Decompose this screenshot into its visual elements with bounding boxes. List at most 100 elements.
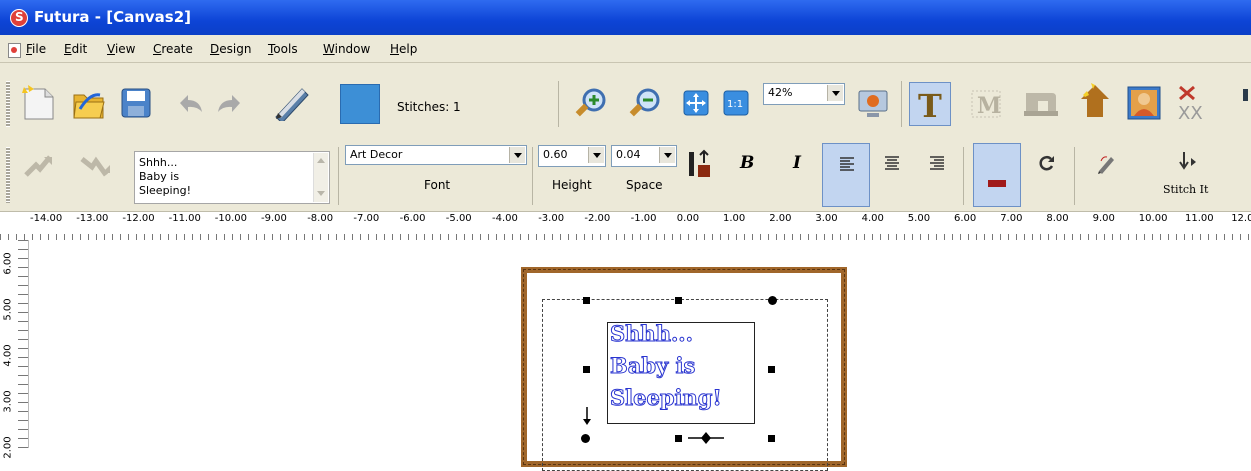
cross-stitch-icon[interactable]: XX bbox=[1174, 83, 1208, 123]
chevron-down-icon[interactable] bbox=[509, 147, 525, 163]
ruler-label: 4.00 bbox=[861, 213, 884, 224]
bold-button[interactable]: B bbox=[740, 153, 754, 173]
ruler-label: -11.00 bbox=[168, 213, 201, 224]
save-icon[interactable] bbox=[120, 87, 152, 119]
space-dropdown[interactable]: 0.04 bbox=[611, 145, 677, 167]
monogram-icon[interactable]: M bbox=[968, 85, 1004, 121]
ruler-label: 6.00 bbox=[954, 213, 977, 224]
redo-icon[interactable] bbox=[214, 91, 244, 115]
zoom-out-icon[interactable] bbox=[628, 87, 662, 121]
stitch-it-icon[interactable] bbox=[1176, 150, 1200, 174]
ruler-label-vertical: 4.00 bbox=[2, 344, 14, 367]
menu-file[interactable]: File bbox=[26, 42, 46, 56]
font-dropdown[interactable]: Art Decor bbox=[345, 145, 527, 165]
menu-bar: File Edit View Create Design Tools Windo… bbox=[0, 35, 1251, 63]
height-dropdown[interactable]: 0.60 bbox=[538, 145, 606, 167]
menu-create[interactable]: Create bbox=[153, 42, 193, 56]
wizard-hat-icon[interactable] bbox=[1075, 83, 1115, 123]
space-label: Space bbox=[626, 178, 663, 192]
toolbar-grip[interactable] bbox=[6, 147, 10, 203]
resize-handle-right[interactable] bbox=[768, 366, 775, 373]
text-object[interactable]: Shhh... Baby is Sleeping! bbox=[607, 321, 755, 424]
ruler-ticks bbox=[0, 234, 1251, 240]
ruler-label: -1.00 bbox=[630, 213, 657, 224]
rotate-icon[interactable] bbox=[1036, 153, 1056, 173]
toolbar-overflow-icon[interactable] bbox=[1243, 89, 1248, 101]
rotate-handle-top-right[interactable] bbox=[768, 296, 777, 305]
text-entry-scrollbar[interactable] bbox=[313, 153, 328, 202]
resize-handle-left[interactable] bbox=[583, 366, 590, 373]
text-tool-button[interactable]: T bbox=[909, 82, 951, 126]
design-line-3: Sleeping! bbox=[610, 385, 723, 411]
open-folder-icon[interactable] bbox=[72, 87, 106, 121]
photo-stitch-icon[interactable] bbox=[1126, 85, 1162, 121]
ruler-label: -8.00 bbox=[307, 213, 334, 224]
edit-text-icon[interactable] bbox=[1095, 151, 1119, 175]
horizontal-ruler: -14.00 -13.00 -12.00 -11.00 -10.00 -9.00 -8.00… bbox=[0, 212, 1251, 241]
menu-help[interactable]: Help bbox=[390, 42, 417, 56]
resize-handle-top-left[interactable] bbox=[583, 297, 590, 304]
app-logo-icon[interactable] bbox=[10, 9, 28, 27]
new-document-icon[interactable] bbox=[22, 85, 56, 121]
ruler-label-vertical: 3.00 bbox=[2, 390, 14, 413]
design-canvas[interactable]: Shhh... Baby is Sleeping! bbox=[29, 240, 1251, 471]
svg-text:XX: XX bbox=[1178, 103, 1203, 123]
color-swatch-icon[interactable] bbox=[340, 84, 380, 124]
text-entry-box[interactable]: Shhh... Baby is Sleeping! bbox=[134, 151, 330, 204]
ruler-label: 0.00 bbox=[676, 213, 700, 224]
align-left-button[interactable] bbox=[822, 143, 870, 207]
zoom-dropdown[interactable]: 42% bbox=[763, 83, 845, 105]
ruler-label: -5.00 bbox=[445, 213, 472, 224]
fit-to-window-icon[interactable] bbox=[683, 90, 709, 116]
text-entry-line-2: Baby is bbox=[139, 170, 180, 183]
chevron-down-icon[interactable] bbox=[588, 147, 604, 163]
font-value: Art Decor bbox=[350, 148, 403, 161]
font-label: Font bbox=[424, 178, 451, 192]
ruler-label: 5.00 bbox=[907, 213, 931, 224]
ruler-label: -7.00 bbox=[353, 213, 380, 224]
align-right-icon[interactable] bbox=[929, 155, 945, 171]
undo-icon[interactable] bbox=[176, 91, 206, 115]
svg-text:M: M bbox=[977, 93, 1001, 119]
chevron-down-icon[interactable] bbox=[659, 147, 675, 163]
document-menu-icon[interactable] bbox=[8, 43, 21, 58]
window-title: Futura - [Canvas2] bbox=[34, 8, 192, 26]
menu-edit[interactable]: Edit bbox=[64, 42, 87, 56]
resize-handle-top[interactable] bbox=[675, 297, 682, 304]
toolbar-grip[interactable] bbox=[6, 81, 10, 127]
menu-view[interactable]: View bbox=[107, 42, 135, 56]
edit-pencil-icon[interactable] bbox=[274, 85, 310, 121]
align-left-icon bbox=[840, 157, 854, 171]
space-value: 0.04 bbox=[616, 148, 641, 161]
ruler-label: -13.00 bbox=[76, 213, 109, 224]
text-path-left-icon[interactable] bbox=[22, 151, 58, 181]
resize-handle-bottom-right[interactable] bbox=[768, 435, 775, 442]
scroll-down-icon[interactable] bbox=[317, 191, 325, 196]
display-view-icon[interactable] bbox=[856, 87, 890, 119]
design-line-1: Shhh... bbox=[610, 321, 694, 347]
align-center-icon[interactable] bbox=[884, 155, 900, 171]
zoom-in-icon[interactable] bbox=[574, 87, 608, 121]
rotate-handle-bottom-left[interactable] bbox=[581, 434, 590, 443]
ruler-label: -12.00 bbox=[122, 213, 155, 224]
line-spacing-icon[interactable] bbox=[686, 149, 714, 179]
main-toolbar: Stitches: 1 1:1 42% T M XX bbox=[0, 63, 1251, 141]
chevron-down-icon[interactable] bbox=[827, 85, 843, 101]
menu-window[interactable]: Window bbox=[323, 42, 370, 56]
sewing-machine-icon[interactable] bbox=[1022, 87, 1060, 119]
ruler-label: 2.00 bbox=[769, 213, 792, 224]
ruler-label: -14.00 bbox=[30, 213, 63, 224]
skew-handle-icon[interactable] bbox=[582, 407, 592, 429]
bottom-slant-handle-icon[interactable] bbox=[686, 431, 726, 445]
text-color-button[interactable] bbox=[973, 143, 1021, 207]
text-path-right-icon[interactable] bbox=[78, 151, 114, 181]
scroll-up-icon[interactable] bbox=[317, 158, 325, 163]
ruler-ticks-vertical bbox=[18, 240, 28, 448]
italic-button[interactable]: I bbox=[793, 153, 801, 173]
menu-design[interactable]: Design bbox=[210, 42, 251, 56]
actual-size-icon[interactable]: 1:1 bbox=[723, 90, 749, 116]
svg-text:T: T bbox=[918, 87, 942, 125]
stitch-it-button[interactable]: Stitch It bbox=[1163, 183, 1208, 196]
resize-handle-bottom[interactable] bbox=[675, 435, 682, 442]
menu-tools[interactable]: Tools bbox=[268, 42, 298, 56]
